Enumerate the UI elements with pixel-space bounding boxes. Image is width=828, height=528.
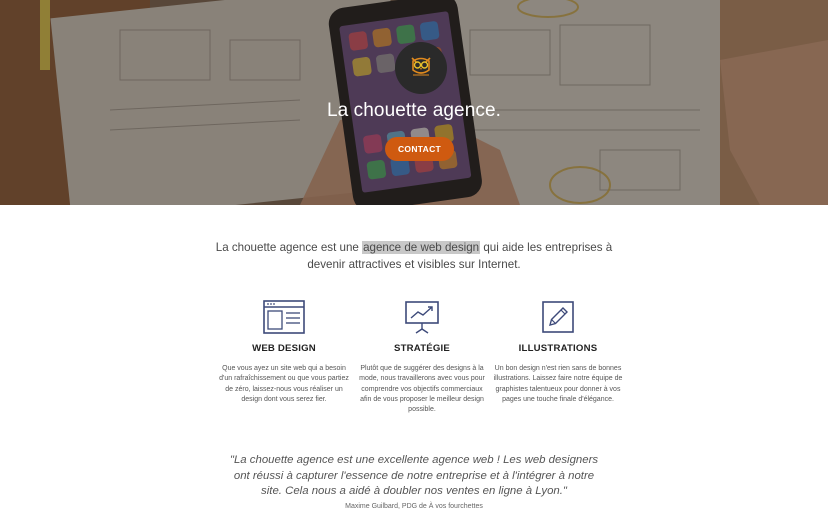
- browser-window-icon: [219, 300, 349, 334]
- intro-text: La chouette agence est une agence de web…: [214, 239, 614, 273]
- hero-title: La chouette agence.: [326, 100, 502, 121]
- presentation-chart-icon: [357, 300, 487, 334]
- owl-logo: [395, 42, 447, 94]
- pencil-square-icon: [493, 300, 623, 334]
- service-description: Plutôt que de suggérer des designs à la …: [359, 365, 485, 414]
- contact-button[interactable]: CONTACT: [385, 137, 454, 161]
- owl-icon: [407, 54, 435, 83]
- service-strategie: STRATÉGIE Plutôt que de suggérer des des…: [357, 300, 487, 415]
- intro-text-before: La chouette agence est une: [215, 241, 363, 254]
- testimonial-author: Maxime Guilbard, PDG de À vos fourchette…: [345, 503, 483, 510]
- service-web-design: WEB DESIGN Que vous ayez un site web qui…: [219, 300, 349, 405]
- testimonial-quote: "La chouette agence est une excellente a…: [229, 454, 599, 497]
- intro-highlight: agence de web design: [362, 241, 481, 254]
- service-title: WEB DESIGN: [252, 343, 316, 354]
- service-title: ILLUSTRATIONS: [518, 343, 598, 354]
- service-title: STRATÉGIE: [394, 343, 450, 354]
- hero-banner: La chouette agence. CONTACT: [0, 0, 828, 205]
- service-description: Que vous ayez un site web qui a besoin d…: [219, 365, 349, 403]
- service-description: Un bon design n'est rien sans de bonnes …: [493, 365, 623, 403]
- service-illustrations: ILLUSTRATIONS Un bon design n'est rien s…: [493, 300, 623, 405]
